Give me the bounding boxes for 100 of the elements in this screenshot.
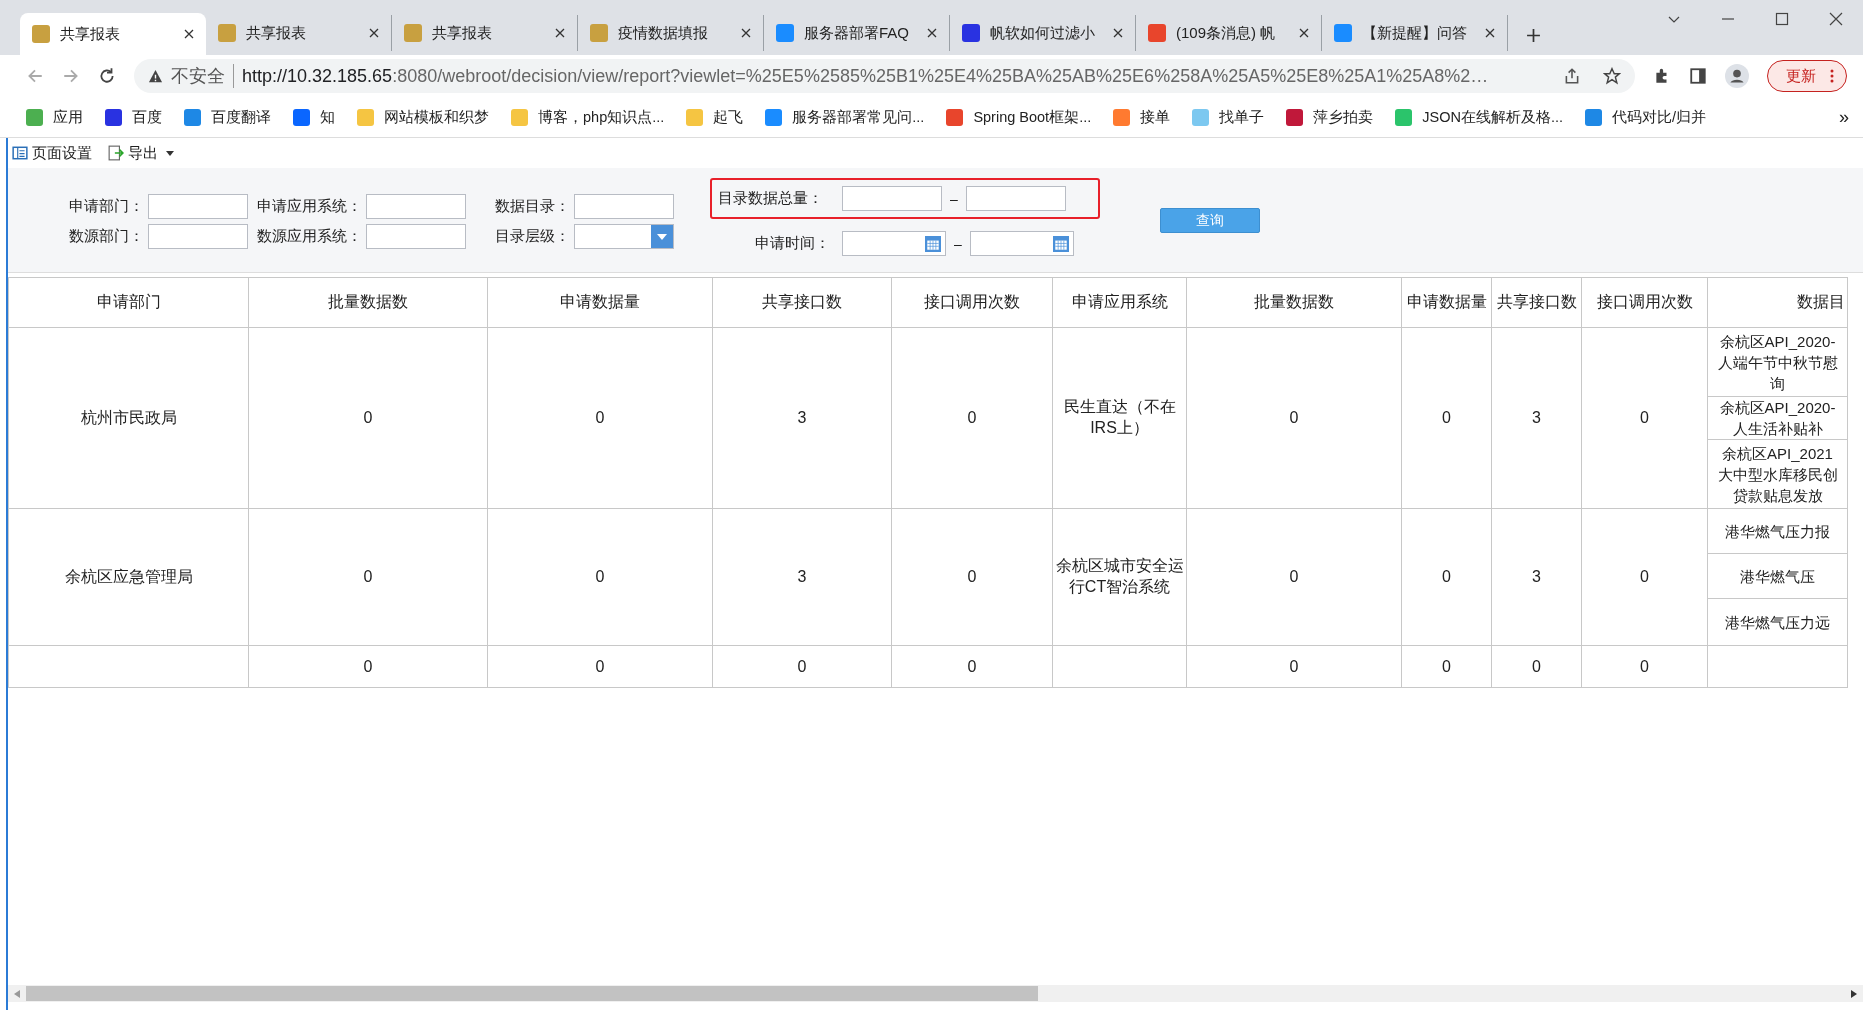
- more-icon[interactable]: [1830, 69, 1834, 83]
- table-cell: 0: [487, 508, 713, 646]
- dropdown-field[interactable]: [574, 224, 674, 249]
- close-icon[interactable]: [184, 29, 194, 39]
- bookmark-icon: [511, 108, 528, 126]
- bookmark-link[interactable]: 服务器部署常见问...: [765, 107, 925, 127]
- bookmark-link[interactable]: Spring Boot框架...: [946, 107, 1092, 127]
- close-icon[interactable]: [555, 28, 565, 38]
- favicon-icon: [962, 24, 980, 42]
- column-header: 申请部门: [8, 277, 249, 328]
- new-tab-icon[interactable]: [1526, 28, 1541, 43]
- table-cell-text: 余杭区API_2021 大中型水库移民创 贷款贴息发放: [1716, 443, 1839, 506]
- filter-label: 目录数据总量：: [718, 189, 824, 208]
- table-cell: 0: [1581, 645, 1708, 688]
- table-cell: 0: [487, 327, 713, 509]
- table-cell: 0: [1186, 327, 1402, 509]
- browser-tab[interactable]: 共享报表: [20, 13, 206, 55]
- warning-icon: [148, 68, 163, 84]
- close-icon[interactable]: [927, 28, 937, 38]
- filter-label: 数据目录：: [494, 197, 571, 216]
- bookmark-icon: [105, 108, 122, 126]
- update-button[interactable]: 更新: [1767, 60, 1847, 92]
- date-field[interactable]: [842, 231, 946, 256]
- input-field[interactable]: [574, 194, 674, 219]
- bookmark-link[interactable]: 知: [293, 107, 335, 127]
- input-field[interactable]: [148, 224, 248, 249]
- favicon-icon: [32, 25, 50, 43]
- bookmark-icon: [1113, 108, 1131, 126]
- toolbar-button[interactable]: 页面设置: [12, 143, 92, 163]
- column-header: 申请应用系统: [1052, 277, 1187, 328]
- table-cell: 余杭区API_2020- 人端午节中秋节慰 询: [1708, 328, 1847, 397]
- table-cell: 0: [1491, 645, 1582, 688]
- address-bar[interactable]: 不安全 http://10.32.185.65:8080/webroot/decision/view/report?viewlet=%25E5%2585%25B1%25E4%25BA%25AB%25E6%258A%25A5%25E8%25A1%25A8%2…: [134, 59, 1635, 93]
- maximize-icon[interactable]: [1775, 12, 1789, 26]
- browser-tab[interactable]: 疫情数据填报: [578, 15, 764, 51]
- column-header: 申请数据量: [1401, 277, 1492, 328]
- bookmark-icon: [946, 108, 964, 126]
- browser-tab[interactable]: (109条消息) 帆: [1136, 15, 1322, 51]
- table-cell: 0: [248, 508, 488, 646]
- bookmark-link[interactable]: 萍乡拍卖: [1286, 107, 1374, 127]
- browser-tab[interactable]: 共享报表: [392, 15, 578, 51]
- input-field[interactable]: [842, 186, 942, 211]
- table-cell: 0: [248, 327, 488, 509]
- favicon-icon: [1148, 24, 1166, 42]
- bookmark-link[interactable]: 起飞: [686, 107, 744, 127]
- share-icon[interactable]: [1563, 67, 1581, 85]
- bookmark-link[interactable]: 代码对比/归并: [1585, 107, 1707, 127]
- browser-tab[interactable]: 服务器部署FAQ: [764, 15, 950, 51]
- horizontal-scrollbar[interactable]: [8, 985, 1863, 1002]
- close-icon[interactable]: [1299, 28, 1309, 38]
- export-icon: [108, 145, 124, 161]
- url-text: http://10.32.185.65:8080/webroot/decision/view/report?viewlet=%25E5%2585%25B1%25E4%25BA%25AB%25E6%258A%25A5%25E8%25A1%25A8%2…: [242, 65, 1490, 87]
- reload-icon[interactable]: [98, 67, 116, 85]
- bookmark-link[interactable]: 接单: [1113, 107, 1171, 127]
- input-field[interactable]: [366, 224, 466, 249]
- bookmark-link[interactable]: 博客，php知识点...: [511, 107, 665, 127]
- side-panel-icon[interactable]: [1689, 67, 1707, 85]
- bookmark-icon: [1286, 108, 1304, 126]
- filter-label: 数源部门：: [68, 227, 145, 246]
- calendar-icon[interactable]: [925, 235, 941, 252]
- favicon-icon: [404, 24, 422, 42]
- range-separator: –: [954, 235, 962, 252]
- bookmark-link[interactable]: 百度: [105, 107, 162, 127]
- bookmark-icon: [184, 108, 201, 126]
- browser-tab[interactable]: 帆软如何过滤小: [950, 15, 1136, 51]
- profile-icon[interactable]: [1725, 64, 1749, 88]
- close-icon[interactable]: [741, 28, 751, 38]
- bookmark-link[interactable]: 百度翻译: [184, 107, 271, 127]
- bookmark-icon: [293, 108, 310, 126]
- table-cell: 余杭区应急管理局: [8, 508, 249, 646]
- close-icon[interactable]: [369, 28, 379, 38]
- date-field[interactable]: [969, 231, 1074, 256]
- browser-tab[interactable]: 共享报表: [206, 15, 392, 51]
- close-icon[interactable]: [1485, 28, 1495, 38]
- bookmark-icon: [765, 108, 783, 126]
- bookmark-link[interactable]: 应用: [26, 107, 83, 127]
- favicon-icon: [1334, 24, 1352, 42]
- filter-label: 数源应用系统：: [256, 227, 363, 246]
- browser-tab[interactable]: 【新提醒】问答: [1322, 15, 1508, 51]
- table-cell: 0: [1581, 327, 1708, 509]
- column-header: 批量数据数: [248, 277, 488, 328]
- input-field[interactable]: [148, 194, 248, 219]
- bookmark-link[interactable]: JSON在线解析及格...: [1395, 107, 1563, 127]
- bookmark-link[interactable]: 找单子: [1192, 107, 1265, 127]
- scroll-right-icon[interactable]: [1851, 989, 1857, 998]
- input-field[interactable]: [965, 186, 1066, 211]
- toolbar-button[interactable]: 导出: [108, 143, 174, 163]
- table-cell: 港华燃气压: [1708, 554, 1847, 599]
- dropdown-arrow-icon[interactable]: [657, 233, 667, 240]
- close-icon[interactable]: [1829, 12, 1843, 26]
- bookmarks-overflow-button[interactable]: »: [1839, 106, 1849, 128]
- star-icon[interactable]: [1603, 67, 1621, 85]
- table-cell: 0: [1186, 645, 1402, 688]
- close-icon[interactable]: [1113, 28, 1123, 38]
- bookmark-icon: [1395, 108, 1413, 126]
- bookmark-link[interactable]: 网站模板和织梦: [357, 107, 489, 127]
- filter-label: 目录层级：: [494, 227, 571, 246]
- calendar-icon[interactable]: [1052, 235, 1069, 252]
- table-cell: 余杭区API_2020- 人生活补贴补: [1708, 397, 1847, 440]
- input-field[interactable]: [366, 194, 466, 219]
